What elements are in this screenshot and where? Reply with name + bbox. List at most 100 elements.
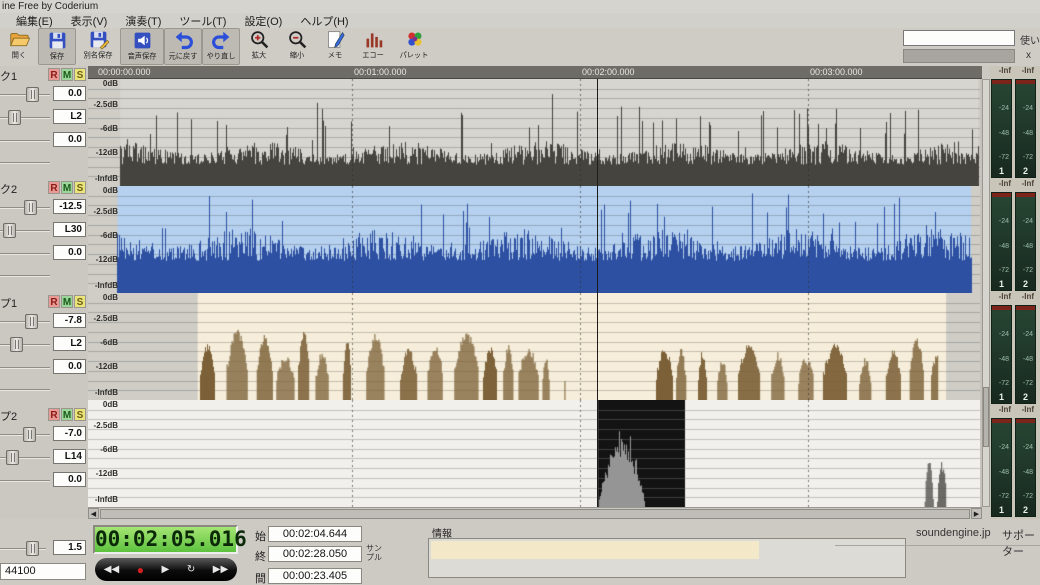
track1-solo-button[interactable]: S (74, 68, 86, 81)
save-floppy-icon (49, 32, 65, 49)
track2-volume-value[interactable]: -12.5 (53, 199, 86, 214)
menu-settings[interactable]: 設定(O) (244, 13, 282, 29)
track4-record-button[interactable]: R (48, 408, 60, 421)
forward-button[interactable]: ▶▶ (213, 564, 228, 575)
track3-volume-value[interactable]: -7.8 (53, 313, 86, 328)
gap-field-label: 間 (255, 573, 266, 585)
save-as-label: 別名保存 (83, 51, 113, 60)
samplerate-field[interactable]: 44100 (0, 563, 86, 580)
tempo-value[interactable]: 1.5 (53, 540, 86, 555)
track2-pan-slider[interactable] (3, 223, 16, 238)
track4-volume-slider[interactable] (23, 427, 36, 442)
menu-edit[interactable]: 編集(E) (16, 13, 53, 29)
track4-waveform-lane-active[interactable]: 0dB -2.5dB -6dB -12dB -InfdB (88, 400, 980, 507)
track3-meters: -Inf -Inf -24 -48 -72 1 -24 -48 -72 2 (990, 292, 1040, 405)
horizontal-scrollbar[interactable]: ◀ ▶ (88, 507, 982, 519)
track1-pan-slider[interactable] (8, 110, 21, 125)
save-as-button[interactable]: 別名保存 (76, 28, 120, 65)
track4-pan-value[interactable]: L14 (53, 449, 86, 464)
play-button[interactable]: ▶ (162, 564, 170, 575)
memo-button[interactable]: メモ (316, 28, 354, 65)
track2-solo-button[interactable]: S (74, 181, 86, 194)
track1-volume-slider[interactable] (26, 87, 39, 102)
scroll-left-icon[interactable]: ◀ (88, 508, 99, 519)
track3-volume-slider[interactable] (25, 314, 38, 329)
menu-tools[interactable]: ツール(T) (179, 13, 226, 29)
track2-extra-value[interactable]: 0.0 (53, 245, 86, 260)
time-ruler[interactable]: 00:00:00.000 00:01:00.000 00:02:00.000 0… (88, 66, 982, 79)
track1-extra-value[interactable]: 0.0 (53, 132, 86, 147)
help-link-label[interactable]: 使い (1020, 32, 1040, 47)
zoom-out-button[interactable]: 縮小 (278, 28, 316, 65)
peak-value: -Inf (998, 179, 1011, 188)
track2-extra-slider[interactable] (0, 275, 50, 277)
track1-volume-value[interactable]: 0.0 (53, 86, 86, 101)
redo-button[interactable]: やり直し (202, 28, 240, 65)
scrollbar-thumb[interactable] (983, 386, 989, 447)
peak-value: -Inf (1021, 66, 1034, 75)
track3-extra-slider[interactable] (0, 389, 50, 391)
sample-unit-label: サンプル (366, 544, 382, 562)
track2-record-button[interactable]: R (48, 181, 60, 194)
track3-pan-value[interactable]: L2 (53, 336, 86, 351)
track2-mute-button[interactable]: M (61, 181, 73, 194)
track4-solo-button[interactable]: S (74, 408, 86, 421)
close-panel-label[interactable]: x (1026, 50, 1031, 61)
db-label: -12dB (95, 362, 118, 371)
menu-view[interactable]: 表示(V) (71, 13, 108, 29)
open-button[interactable]: 開く (0, 28, 38, 65)
toolbar: 開く 保存 別名保存 音声保存 元に戻す やり直し 拡大 縮小 メモ エコー パ… (0, 28, 1040, 66)
rewind-button[interactable]: ◀◀ (104, 564, 119, 575)
menu-help[interactable]: ヘルプ(H) (300, 13, 348, 29)
track3-waveform-lane[interactable]: 0dB -2.5dB -6dB -12dB -InfdB (88, 293, 980, 400)
gap-time-field[interactable]: 00:00:23.405 (268, 568, 362, 584)
site-link[interactable]: soundengine.jp (916, 527, 991, 539)
peak-value: -Inf (1021, 405, 1034, 414)
meter-channel-1: -24 -48 -72 1 (991, 418, 1012, 517)
memo-note-icon (327, 31, 345, 48)
track3-mute-button[interactable]: M (61, 295, 73, 308)
search-input[interactable] (903, 30, 1015, 46)
supporter-link[interactable]: サポーター (1002, 527, 1040, 559)
scrollbar-thumb[interactable] (100, 508, 970, 519)
scroll-right-icon[interactable]: ▶ (971, 508, 982, 519)
track4-extra-value[interactable]: 0.0 (53, 472, 86, 487)
track1-pan-value[interactable]: L2 (53, 109, 86, 124)
track4-mute-button[interactable]: M (61, 408, 73, 421)
db-label: 0dB (102, 400, 118, 409)
tempo-control: 1.5 (0, 540, 88, 558)
audio-save-button[interactable]: 音声保存 (120, 28, 164, 65)
palette-button[interactable]: パレット (392, 28, 436, 65)
track1-extra-slider[interactable] (0, 162, 50, 164)
track4-pan-slider[interactable] (6, 450, 19, 465)
zoom-in-button[interactable]: 拡大 (240, 28, 278, 65)
track1-record-button[interactable]: R (48, 68, 60, 81)
tempo-slider[interactable] (26, 541, 39, 556)
vertical-scrollbar[interactable] (982, 79, 990, 507)
ruler-label-3: 00:03:00.000 (810, 67, 863, 77)
db-label: -12dB (95, 255, 118, 264)
record-button[interactable]: ● (137, 564, 144, 576)
track3-extra-value[interactable]: 0.0 (53, 359, 86, 374)
track3-solo-button[interactable]: S (74, 295, 86, 308)
echo-button[interactable]: エコー (354, 28, 392, 65)
track4-volume-value[interactable]: -7.0 (53, 426, 86, 441)
end-time-field[interactable]: 00:02:28.050 (268, 546, 362, 562)
undo-button[interactable]: 元に戻す (164, 28, 202, 65)
track3-record-button[interactable]: R (48, 295, 60, 308)
track1-waveform-lane[interactable]: 0dB -2.5dB -6dB -12dB -InfdB (88, 79, 980, 186)
redo-arrow-icon (211, 31, 229, 50)
start-time-field[interactable]: 00:02:04.644 (268, 526, 362, 542)
track1-mute-button[interactable]: M (61, 68, 73, 81)
db-label: -12dB (95, 469, 118, 478)
track3-pan-slider[interactable] (10, 337, 23, 352)
save-button[interactable]: 保存 (38, 28, 76, 65)
track2-waveform-lane[interactable]: 0dB -2.5dB -6dB -12dB -InfdB (88, 186, 980, 293)
loop-button[interactable]: ↻ (187, 564, 195, 575)
bottom-bar: 00:02:05.016 ◀◀ ● ▶ ↻ ▶▶ 始 00:02:04.644 … (0, 519, 1040, 585)
menu-play[interactable]: 演奏(T) (125, 13, 161, 29)
track1-label: ク1 (0, 71, 18, 83)
track2-pan-value[interactable]: L30 (53, 222, 86, 237)
track2-volume-slider[interactable] (24, 200, 37, 215)
audio-save-label: 音声保存 (127, 52, 157, 61)
